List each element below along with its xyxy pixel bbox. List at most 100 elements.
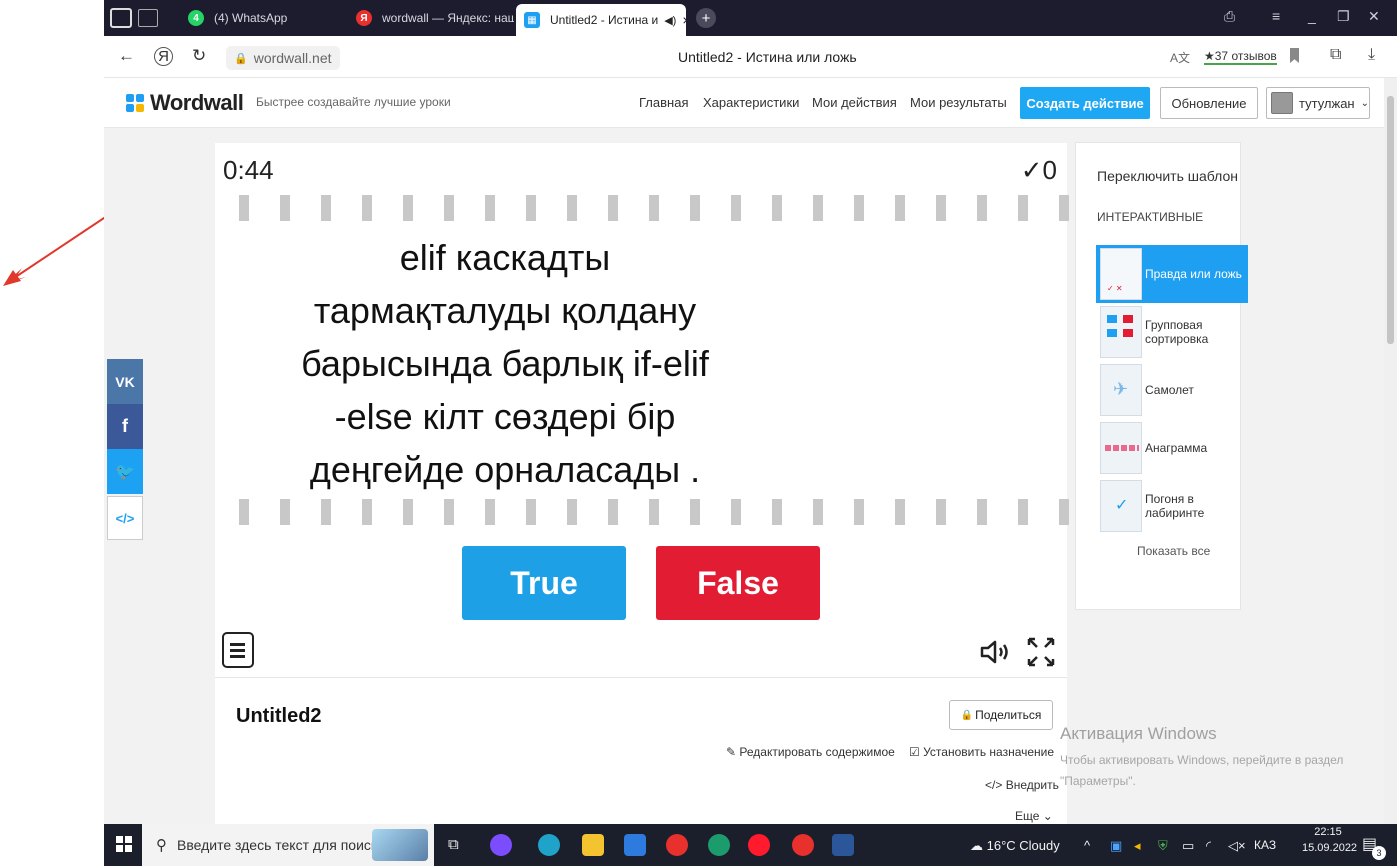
template-sidebar: Переключить шаблон ИНТЕРАКТИВНЫЕ ✓ ✕ Пра… <box>1075 142 1248 610</box>
code-icon: </> <box>985 778 1006 792</box>
nav-features[interactable]: Характеристики <box>703 95 799 110</box>
download-icon[interactable]: ⤓ <box>1368 46 1375 64</box>
dash-border-bottom <box>239 499 1069 525</box>
back-icon[interactable]: ← <box>118 46 135 66</box>
close-tab-icon[interactable]: × <box>682 12 686 28</box>
false-button[interactable]: False <box>656 546 820 620</box>
windows-start-icon[interactable] <box>116 836 132 852</box>
new-page-icon[interactable] <box>138 3 166 33</box>
game-menu-icon[interactable] <box>222 632 254 668</box>
tab-yandex[interactable]: Я wordwall — Яндекс: нашлось <box>356 3 514 33</box>
template-group-sort[interactable]: Групповая сортировка <box>1096 303 1248 361</box>
restore-icon[interactable]: ❐ <box>1337 8 1350 25</box>
nav-my-activities[interactable]: Мои действия <box>812 95 897 110</box>
tray-notify-icon[interactable]: ◂ <box>1134 838 1141 854</box>
show-all-link[interactable]: Показать все <box>1137 544 1210 558</box>
upgrade-button[interactable]: Обновление <box>1160 87 1258 119</box>
timer: 0:44 <box>223 155 274 185</box>
yandex-app-icon[interactable] <box>792 834 814 856</box>
tab-whatsapp[interactable]: 4 (4) WhatsApp <box>188 3 358 33</box>
security-icon[interactable] <box>708 834 730 856</box>
yandex-home-icon[interactable]: Я <box>154 47 173 66</box>
lock-icon: 🔒 <box>234 52 248 65</box>
edge-icon[interactable] <box>538 834 560 856</box>
template-true-false[interactable]: ✓ ✕ Правда или ложь <box>1096 245 1248 303</box>
windows-activation-title: Активация Windows <box>1060 724 1217 743</box>
vk-share-button[interactable]: VK <box>107 359 143 404</box>
word-icon[interactable] <box>832 834 854 856</box>
set-assignment-link[interactable]: ☑ Установить назначение <box>909 745 1054 759</box>
audio-icon[interactable]: ◀) <box>664 14 676 27</box>
embed-link[interactable]: </> Внедрить <box>985 778 1059 792</box>
share-button[interactable]: 🔒 Поделиться <box>949 700 1053 730</box>
avatar <box>1271 92 1293 114</box>
group-sort-thumb-icon <box>1100 306 1142 358</box>
reviews-link[interactable]: ★37 отзывов <box>1204 49 1277 65</box>
tagline: Быстрее создавайте лучшие уроки <box>256 95 451 109</box>
extensions-icon[interactable]: ⧉ <box>1330 46 1341 64</box>
checkbox-icon: ☑ <box>909 745 924 759</box>
minimize-icon[interactable]: _ <box>1308 8 1316 24</box>
opera-icon[interactable] <box>748 834 770 856</box>
template-maze-chase[interactable]: ✓ Погоня в лабиринте <box>1096 477 1248 535</box>
clock[interactable]: 22:15 15.09.2022 <box>1302 826 1357 854</box>
scrollbar-thumb[interactable] <box>1387 96 1394 344</box>
yandex-icon: Я <box>356 10 372 26</box>
tab-wordwall[interactable]: ▦ Untitled2 - Истина и ◀) × <box>516 4 686 36</box>
facebook-share-button[interactable]: f <box>107 404 143 449</box>
browser-tab-bar: 4 (4) WhatsApp Я wordwall — Яндекс: нашл… <box>104 0 1397 36</box>
bookmark-list-icon[interactable]: ⎙ <box>1224 8 1235 25</box>
more-link[interactable]: Еще ⌄ <box>1015 809 1053 823</box>
true-button[interactable]: True <box>462 546 626 620</box>
nav-home[interactable]: Главная <box>639 95 688 110</box>
yandex-browser-icon[interactable] <box>666 834 688 856</box>
alice-icon[interactable] <box>490 834 512 856</box>
wordwall-header: Wordwall Быстрее создавайте лучшие уроки… <box>104 78 1384 128</box>
template-anagram[interactable]: Анаграмма <box>1096 419 1248 477</box>
sound-icon[interactable] <box>979 639 1011 665</box>
fullscreen-icon[interactable] <box>1027 637 1055 667</box>
wifi-icon[interactable]: ◜ <box>1206 838 1211 854</box>
whatsapp-icon: 4 <box>188 10 204 26</box>
new-tab-button[interactable]: + <box>696 3 720 33</box>
tray-shield-icon[interactable]: ⛨ <box>1158 838 1168 854</box>
windows-taskbar: ⚲ Введите здесь текст для поиска ⧉ ☁ 16°… <box>104 824 1397 866</box>
nav-my-results[interactable]: Мои результаты <box>910 95 1007 110</box>
reload-icon[interactable]: ↻ <box>192 46 206 66</box>
vk-icon: VK <box>115 373 135 390</box>
close-window-icon[interactable]: ✕ <box>1368 8 1380 25</box>
home-icon[interactable] <box>110 3 140 33</box>
edit-content-link[interactable]: ✎ Редактировать содержимое <box>726 745 895 759</box>
wordwall-logo[interactable]: Wordwall <box>126 90 244 116</box>
wordwall-tab-icon: ▦ <box>524 12 540 28</box>
plus-icon: + <box>696 8 716 28</box>
game-area: 0:44 ✓0 elif каскадты тармақталуды қолда… <box>215 143 1069 677</box>
twitter-icon: 🐦 <box>115 463 135 481</box>
menu-icon[interactable]: ≡ <box>1272 8 1280 24</box>
create-activity-button[interactable]: Создать действие <box>1020 87 1150 119</box>
embed-icon: </> <box>115 510 135 526</box>
template-airplane[interactable]: ✈ Самолет <box>1096 361 1248 419</box>
activity-title: Untitled2 <box>236 705 322 727</box>
embed-share-button[interactable]: </> <box>107 496 143 540</box>
twitter-share-button[interactable]: 🐦 <box>107 449 143 494</box>
activity-info-panel: Untitled2 🔒 Поделиться ✎ Редактировать с… <box>215 677 1067 824</box>
translate-icon[interactable]: A文 <box>1170 49 1190 66</box>
battery-icon[interactable]: ▭ <box>1182 838 1194 854</box>
tray-expand-icon[interactable]: ^ <box>1084 838 1090 853</box>
volume-icon[interactable]: ◁× <box>1228 838 1246 854</box>
weather-widget[interactable]: ☁ 16°C Cloudy <box>970 838 1060 854</box>
airplane-thumb-icon: ✈ <box>1100 364 1142 416</box>
store-icon[interactable] <box>624 834 646 856</box>
switch-template-heading: Переключить шаблон <box>1097 168 1239 184</box>
bookmark-icon[interactable] <box>1290 48 1299 63</box>
url-field[interactable]: 🔒 wordwall.net <box>226 46 340 70</box>
task-view-icon[interactable]: ⧉ <box>448 836 459 853</box>
notification-count: 3 <box>1372 846 1386 860</box>
tray-app-icon[interactable]: ▣ <box>1110 838 1122 854</box>
language-indicator[interactable]: КАЗ <box>1254 838 1276 852</box>
maze-chase-thumb-icon: ✓ <box>1100 480 1142 532</box>
user-menu-button[interactable]: тутулжан ⌄ <box>1266 87 1370 119</box>
file-explorer-icon[interactable] <box>582 834 604 856</box>
taskbar-search-input[interactable]: ⚲ Введите здесь текст для поиска <box>142 824 434 866</box>
